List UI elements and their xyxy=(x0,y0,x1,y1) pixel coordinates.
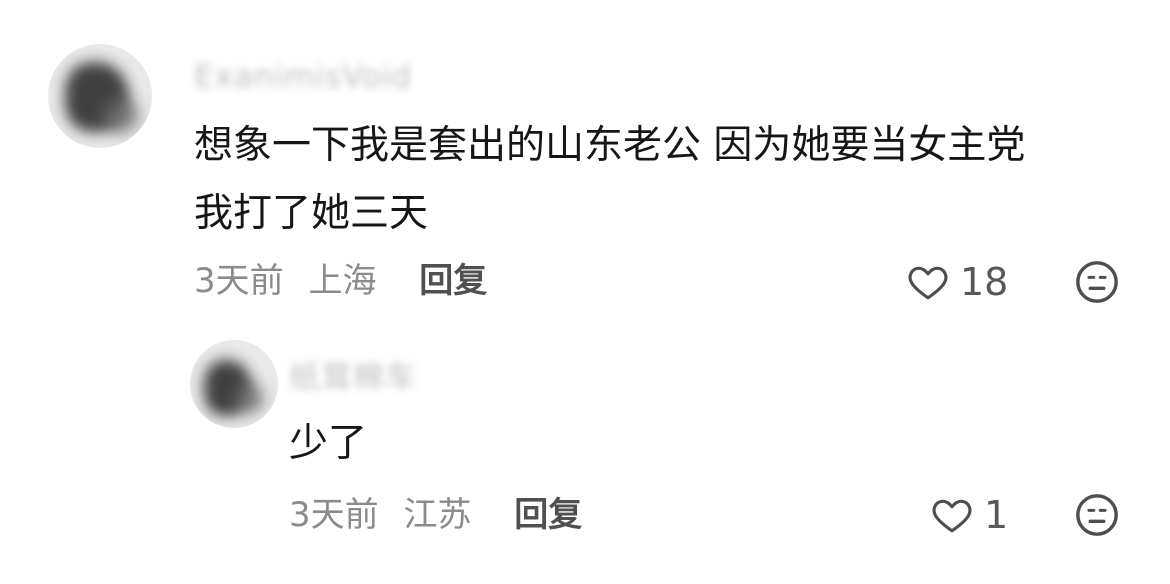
reply-like-count: 1 xyxy=(984,493,1009,537)
comment-username[interactable]: ExanimisVoid xyxy=(194,59,412,95)
reply-to-reply-button[interactable]: 回复 xyxy=(514,495,582,535)
user-avatar[interactable] xyxy=(48,44,152,148)
like-button[interactable]: 18 xyxy=(906,256,1008,308)
reply-time: 3天前 xyxy=(289,495,379,535)
avatar-shadow-shape xyxy=(234,385,264,413)
expressionless-face-icon[interactable] xyxy=(1074,492,1120,538)
comment-meta: 3天前 上海 回复 xyxy=(194,260,487,302)
reply-user-avatar[interactable] xyxy=(190,340,278,428)
reply-location: 江苏 xyxy=(403,495,472,535)
comment-time: 3天前 xyxy=(194,261,284,301)
comment-text-line: 我打了她三天 xyxy=(194,191,429,236)
reply-username[interactable]: 纸茸棉车 xyxy=(289,360,417,396)
heart-outline-icon xyxy=(908,266,948,300)
comment-location: 上海 xyxy=(308,261,377,301)
heart-outline-icon xyxy=(932,499,972,533)
reply-like-button[interactable]: 1 xyxy=(930,489,1008,541)
comment-text-line: 想象一下我是套出的山东老公 因为她要当女主党 xyxy=(194,123,1026,168)
reply-meta: 3天前 江苏 回复 xyxy=(289,494,582,536)
avatar-shadow-shape xyxy=(103,99,139,133)
expressionless-face-icon[interactable] xyxy=(1074,259,1120,305)
like-count: 18 xyxy=(960,260,1009,304)
reply-text: 少了 xyxy=(289,421,368,466)
reply-button[interactable]: 回复 xyxy=(419,261,487,301)
comment-thread: ExanimisVoid 想象一下我是套出的山东老公 因为她要当女主党 我打了她… xyxy=(0,0,1170,584)
